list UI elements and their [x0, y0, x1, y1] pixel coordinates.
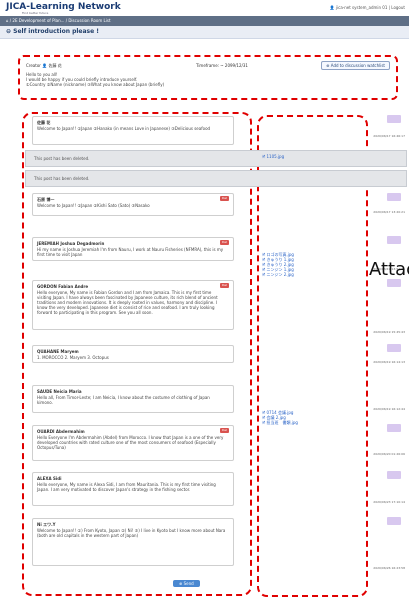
- translate-button[interactable]: [387, 471, 401, 479]
- post-author[interactable]: QUAHANE Maryem: [37, 349, 79, 354]
- page-title-bar: ⊖ Self introduction please !: [0, 26, 409, 39]
- post-author[interactable]: JEREMIAH Joshua Degadmorin: [37, 241, 104, 246]
- post-card: SAUDE Neicia Maria Hello all, From Timor…: [32, 385, 234, 413]
- post-timestamp: 2020/06/20 01:26:06: [373, 452, 405, 456]
- post-card: QUAHANE Maryem 1. MOROCCO 2. Maryem 3. O…: [32, 345, 234, 363]
- deleted-post: This post has been deleted.: [25, 150, 407, 167]
- attachment-link[interactable]: 🖹 ニンジン 2.jpg: [262, 272, 294, 277]
- breadcrumb-text[interactable]: ⌂ / 2E Development of Plan... / Discussi…: [6, 18, 111, 23]
- translate-button[interactable]: [387, 115, 401, 123]
- header-row: Creator 👤 佐藤 花 Timeframe: ~ 2099/12/31 ⊕…: [26, 61, 390, 70]
- post-card: ALEXA Sidi Hello everyone, My name is Al…: [32, 472, 234, 506]
- breadcrumb: ⌂ / 2E Development of Plan... / Discussi…: [0, 16, 409, 26]
- post-timestamp: 2020/06/26 16:23:58: [373, 566, 405, 570]
- translate-button[interactable]: [387, 193, 401, 201]
- post-card: OUARDI Abdermahim Del Hello Everyone I'm…: [32, 425, 234, 461]
- attachment-link[interactable]: 🖹 担当班 書類.jpg: [262, 420, 298, 425]
- translate-button[interactable]: [387, 344, 401, 352]
- translate-button[interactable]: [387, 517, 401, 525]
- creator-label: Creator 👤 佐藤 花: [26, 63, 62, 68]
- post-author[interactable]: GORDON Fabian Andre: [37, 284, 88, 289]
- post-text: Hi my name is Joshua Jeremiah I'm from N…: [37, 247, 224, 257]
- post-card: 佐藤 花 Welcome to Japan!! ①Japan ②Hanako (…: [32, 116, 234, 145]
- post-text: Welcome to Japan!! ①Japan ②Hanako (in me…: [37, 126, 211, 131]
- attachment-list: 🖹 0714 会議.jpg 🖹 会議 2.jpg 🖹 担当班 書類.jpg: [262, 410, 298, 425]
- attachments-column-highlight: [257, 115, 368, 597]
- deleted-text: This post has been deleted.: [34, 176, 90, 181]
- delete-button[interactable]: Del: [220, 240, 229, 245]
- delete-button[interactable]: Del: [220, 428, 229, 433]
- post-timestamp: 2020/06/19 15:45:43: [373, 330, 405, 334]
- post-card: JEREMIAH Joshua Degadmorin Del Hi my nam…: [32, 237, 234, 261]
- header-body: Hello to you all! I would be happy if yo…: [26, 72, 164, 87]
- post-author[interactable]: 佐藤 花: [37, 120, 50, 125]
- delete-button[interactable]: Del: [220, 196, 229, 201]
- page-title: ⊖ Self introduction please !: [6, 28, 100, 35]
- post-timestamp: 2020/06/17 13:20:21: [373, 210, 405, 214]
- post-text: 1. MOROCCO 2. Maryem 3. Octopus: [37, 355, 109, 360]
- discussion-header: Creator 👤 佐藤 花 Timeframe: ~ 2099/12/31 ⊕…: [18, 55, 398, 100]
- post-text: Welcome to Japan!! ①Japan ②Kishi Sato (S…: [37, 203, 150, 208]
- post-timestamp: 2020/06/17 16:46:17: [373, 134, 405, 138]
- deleted-text: This post has been deleted.: [34, 156, 90, 161]
- deleted-post: This post has been deleted.: [25, 170, 407, 187]
- delete-button[interactable]: Del: [220, 283, 229, 288]
- attachment-list: 🖹 ロゴの写真.jpg 🖹 きゅうり 1.jpg 🖹 きゅうり 2.jpg 🖹 …: [262, 252, 294, 277]
- site-tagline: Find better future: [22, 11, 49, 15]
- timeframe-label: Timeframe: ~ 2099/12/31: [196, 63, 248, 68]
- post-author[interactable]: SAUDE Neicia Maria: [37, 389, 82, 394]
- post-card: 石原 博一 Del Welcome to Japan!! ①Japan ②Kis…: [32, 193, 234, 216]
- translate-button[interactable]: [387, 424, 401, 432]
- post-text: Welcome to Japan!! ①) From Kyoto, Japan …: [37, 528, 226, 538]
- post-author[interactable]: OUARDI Abdermahim: [37, 429, 85, 434]
- attachment-list: 🖹 1105.jpg: [262, 154, 284, 159]
- post-author[interactable]: ALEXA Sidi: [37, 476, 61, 481]
- post-author[interactable]: Ni エワ.Y: [37, 522, 56, 527]
- attachments-overlay-label: Attac: [369, 259, 409, 280]
- post-timestamp: 2020/06/19 16:12:44: [373, 407, 405, 411]
- translate-button[interactable]: [387, 279, 401, 287]
- post-text: Hello all, From Timor-Leste; I am Neicia…: [37, 395, 210, 405]
- translate-button[interactable]: [387, 236, 401, 244]
- header-line-3: ①Country ②Name (nickname) ③What you know…: [26, 82, 165, 87]
- post-timestamp: 2020/06/23 17:10:14: [373, 500, 405, 504]
- attachment-link[interactable]: 🖹 1105.jpg: [262, 154, 284, 159]
- send-button[interactable]: ⊕ Send: [173, 580, 200, 587]
- post-text: Hello everyone, My name is Fabian Gordon…: [37, 290, 218, 315]
- post-text: Hello everyone, My name is Alexa Sidi, I…: [37, 482, 216, 492]
- post-text: Hello Everyone I'm Abdermahim (Abdel) fr…: [37, 435, 224, 450]
- post-author[interactable]: 石原 博一: [37, 197, 54, 202]
- add-watchlist-button[interactable]: ⊕ Add to discussion watchlist: [321, 61, 390, 70]
- user-info[interactable]: 👤 jica-net system_admin 01 | Logout: [330, 5, 405, 10]
- post-card: GORDON Fabian Andre Del Hello everyone, …: [32, 280, 234, 330]
- post-timestamp: 2020/06/19 16:14:13: [373, 360, 405, 364]
- post-card: Ni エワ.Y Welcome to Japan!! ①) From Kyoto…: [32, 518, 234, 566]
- top-bar: JICA-Learning Network Find better future…: [0, 0, 409, 16]
